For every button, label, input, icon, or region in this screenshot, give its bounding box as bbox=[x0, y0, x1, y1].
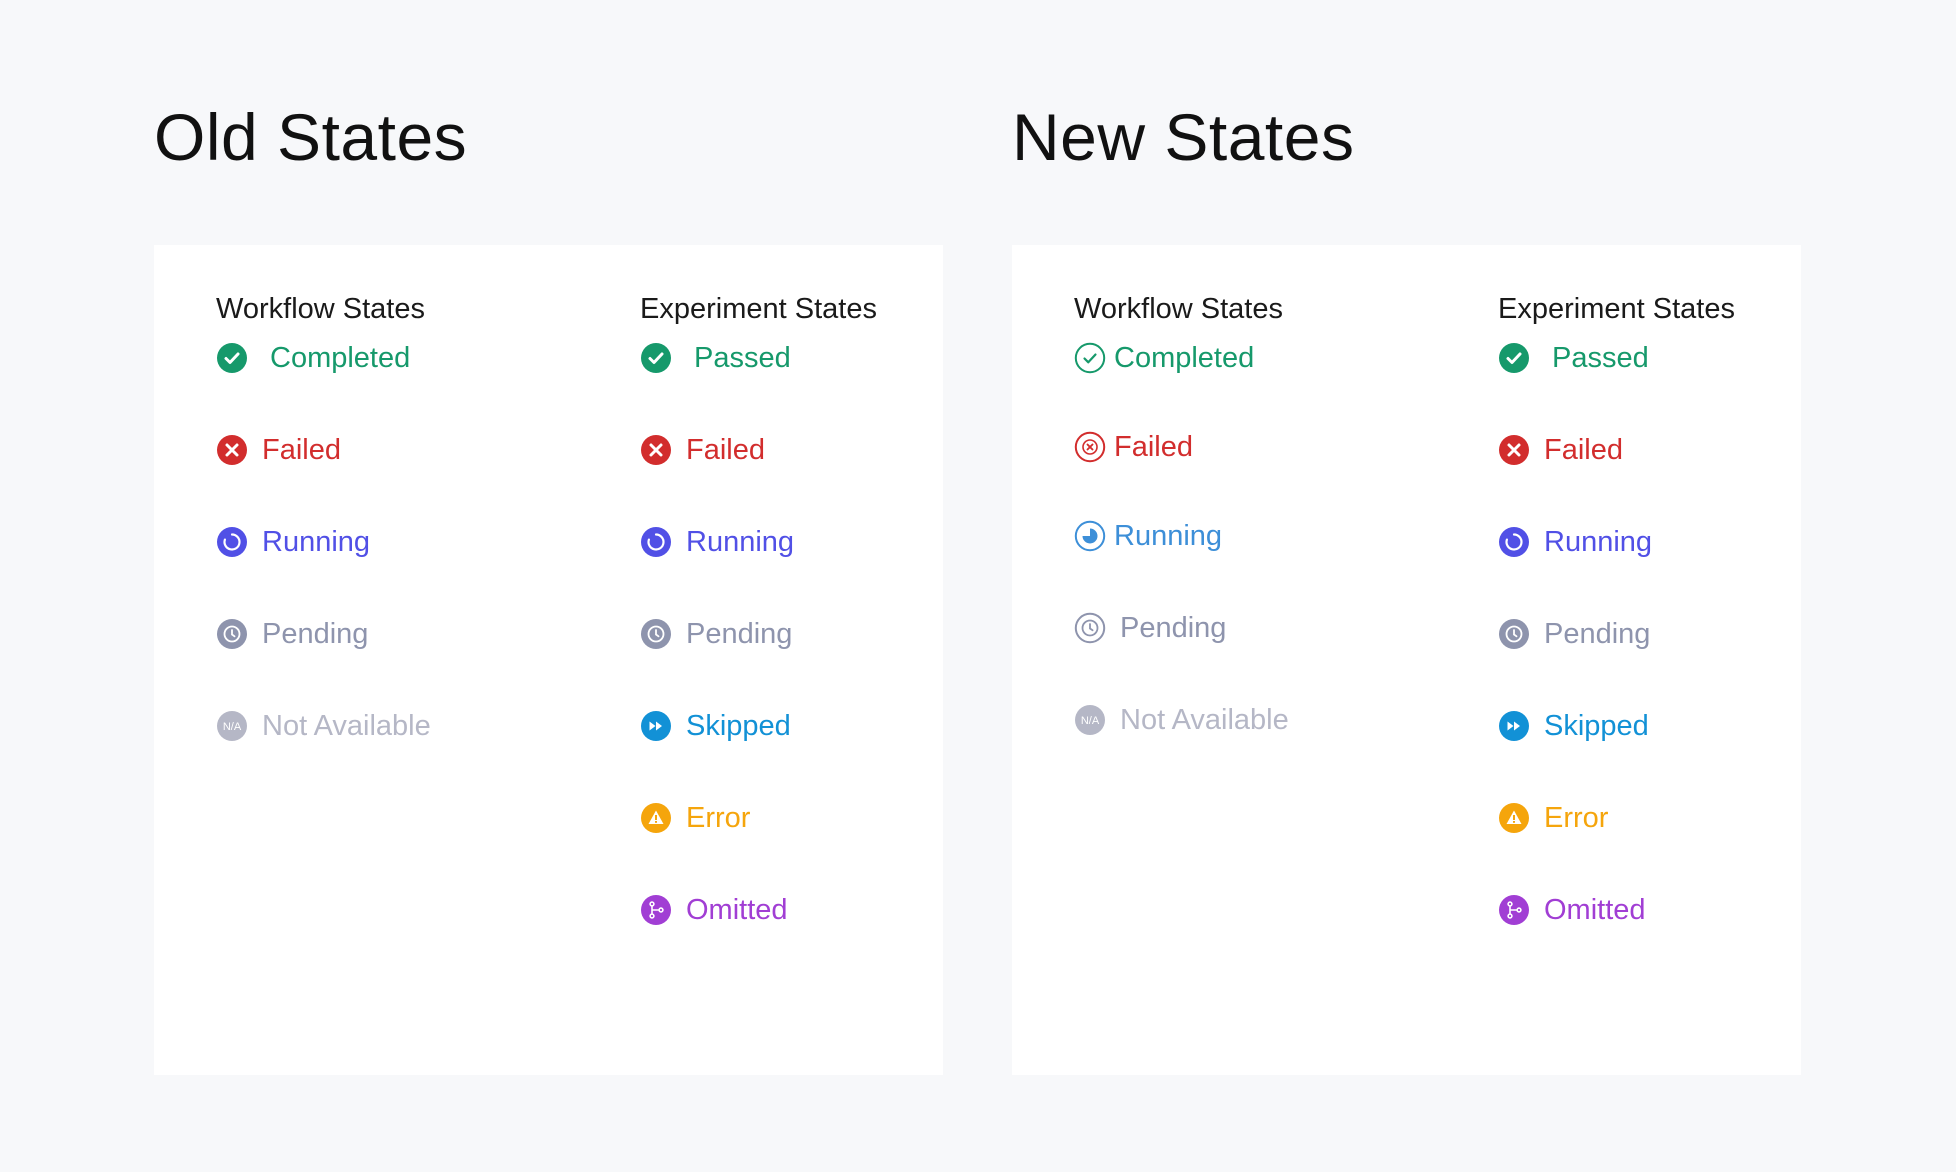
fast-forward-circle-filled-icon bbox=[1498, 710, 1530, 742]
x-circle-filled-icon bbox=[1498, 434, 1530, 466]
new-workflow-state-completed: Completed bbox=[1074, 338, 1254, 378]
clock-circle-filled-icon bbox=[216, 618, 248, 650]
state-label: Failed bbox=[262, 433, 341, 466]
na-circle-filled-icon: N/A bbox=[1074, 704, 1106, 736]
new-states-panel: Workflow States Completed Failed Running Pe… bbox=[1012, 245, 1801, 1075]
check-circle-filled-icon bbox=[640, 342, 672, 374]
new-workflow-state-pending: Pending bbox=[1074, 608, 1226, 648]
new-workflow-state-failed: Failed bbox=[1074, 427, 1193, 467]
clock-circle-filled-icon bbox=[640, 618, 672, 650]
check-circle-filled-icon bbox=[1498, 342, 1530, 374]
new-states-heading: New States bbox=[1012, 100, 1355, 174]
old-experiment-state-passed: Passed bbox=[640, 338, 791, 378]
state-label: Completed bbox=[1114, 341, 1255, 374]
new-experiment-states-title: Experiment States bbox=[1498, 293, 1735, 325]
state-label: Error bbox=[1544, 801, 1609, 834]
state-label: Failed bbox=[686, 433, 765, 466]
state-label: Omitted bbox=[1544, 893, 1646, 926]
old-workflow-state-pending: Pending bbox=[216, 614, 368, 654]
old-experiment-state-skipped: Skipped bbox=[640, 706, 791, 746]
old-states-panel: Workflow States Completed Failed Running Pe… bbox=[154, 245, 943, 1075]
check-circle-filled-icon bbox=[216, 342, 248, 374]
branch-circle-filled-icon bbox=[1498, 894, 1530, 926]
state-label: Skipped bbox=[686, 709, 791, 742]
old-workflow-state-not-available: N/A Not Available bbox=[216, 706, 431, 746]
spinner-circle-filled-icon bbox=[640, 526, 672, 558]
state-label: Omitted bbox=[686, 893, 788, 926]
state-label: Failed bbox=[1114, 430, 1193, 463]
new-experiment-state-passed: Passed bbox=[1498, 338, 1649, 378]
clock-circle-outline-icon bbox=[1074, 612, 1106, 644]
old-experiment-state-running: Running bbox=[640, 522, 794, 562]
x-circle-outline-icon bbox=[1074, 431, 1106, 463]
spinner-circle-filled-icon bbox=[216, 526, 248, 558]
new-experiment-state-omitted: Omitted bbox=[1498, 890, 1646, 930]
check-circle-outline-icon bbox=[1074, 342, 1106, 374]
new-experiment-state-skipped: Skipped bbox=[1498, 706, 1649, 746]
new-experiment-state-error: Error bbox=[1498, 798, 1608, 838]
x-circle-filled-icon bbox=[640, 434, 672, 466]
old-workflow-state-running: Running bbox=[216, 522, 370, 562]
branch-circle-filled-icon bbox=[640, 894, 672, 926]
state-label: Running bbox=[686, 525, 795, 558]
old-experiment-states-title: Experiment States bbox=[640, 293, 877, 325]
old-workflow-states-title: Workflow States bbox=[216, 293, 425, 325]
old-experiment-state-failed: Failed bbox=[640, 430, 765, 470]
state-label: Pending bbox=[1544, 617, 1651, 650]
state-label: Running bbox=[1114, 519, 1223, 552]
svg-text:N/A: N/A bbox=[1081, 715, 1100, 727]
new-experiment-state-running: Running bbox=[1498, 522, 1652, 562]
warning-circle-filled-icon bbox=[1498, 802, 1530, 834]
state-label: Not Available bbox=[262, 709, 431, 742]
state-label: Running bbox=[1544, 525, 1653, 558]
pie-progress-circle-outline-icon bbox=[1074, 520, 1106, 552]
state-label: Not Available bbox=[1120, 703, 1289, 736]
old-experiment-state-error: Error bbox=[640, 798, 750, 838]
state-label: Error bbox=[686, 801, 751, 834]
state-label: Pending bbox=[686, 617, 793, 650]
old-states-heading: Old States bbox=[154, 100, 468, 174]
old-workflow-state-failed: Failed bbox=[216, 430, 341, 470]
state-label: Running bbox=[262, 525, 371, 558]
state-label: Completed bbox=[270, 341, 411, 374]
na-circle-filled-icon: N/A bbox=[216, 710, 248, 742]
new-workflow-state-not-available: N/A Not Available bbox=[1074, 700, 1289, 740]
fast-forward-circle-filled-icon bbox=[640, 710, 672, 742]
x-circle-filled-icon bbox=[216, 434, 248, 466]
state-label: Failed bbox=[1544, 433, 1623, 466]
state-label: Passed bbox=[694, 341, 791, 374]
old-workflow-state-completed: Completed bbox=[216, 338, 410, 378]
spinner-circle-filled-icon bbox=[1498, 526, 1530, 558]
new-experiment-state-pending: Pending bbox=[1498, 614, 1650, 654]
new-workflow-states-title: Workflow States bbox=[1074, 293, 1283, 325]
old-experiment-state-pending: Pending bbox=[640, 614, 792, 654]
state-label: Skipped bbox=[1544, 709, 1649, 742]
new-workflow-state-running: Running bbox=[1074, 516, 1222, 556]
warning-circle-filled-icon bbox=[640, 802, 672, 834]
clock-circle-filled-icon bbox=[1498, 618, 1530, 650]
state-label: Pending bbox=[1120, 611, 1227, 644]
svg-text:N/A: N/A bbox=[223, 721, 242, 733]
old-experiment-state-omitted: Omitted bbox=[640, 890, 788, 930]
state-label: Pending bbox=[262, 617, 369, 650]
new-experiment-state-failed: Failed bbox=[1498, 430, 1623, 470]
state-label: Passed bbox=[1552, 341, 1649, 374]
